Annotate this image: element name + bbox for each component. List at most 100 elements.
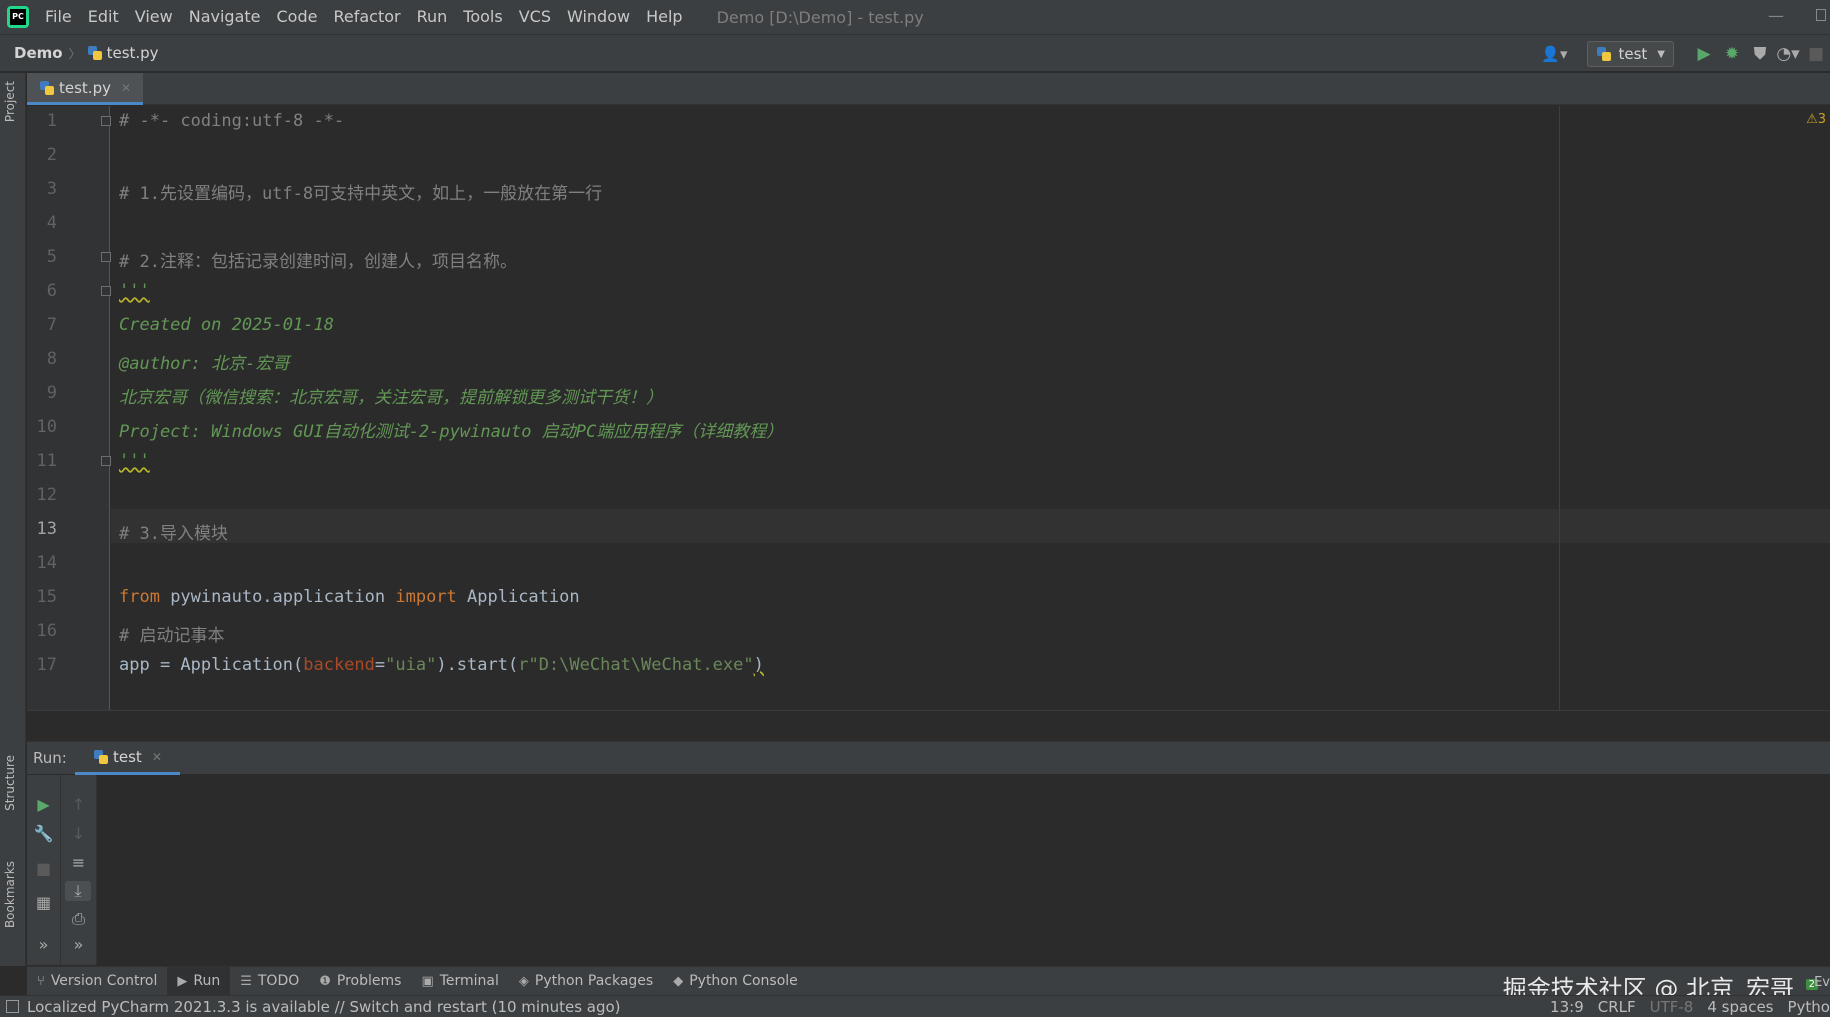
close-icon[interactable]: ✕	[121, 81, 131, 95]
line-number: 5	[46, 247, 57, 267]
menu-help[interactable]: Help	[638, 0, 690, 34]
python-interpreter[interactable]: Pytho	[1788, 998, 1830, 1016]
tab-version-control[interactable]: ⑂ Version Control	[27, 967, 167, 996]
tab-problems[interactable]: ❶ Problems	[309, 967, 411, 996]
tab-todo[interactable]: ☰ TODO	[230, 967, 309, 996]
keyword-import: import	[395, 587, 457, 607]
warning-count-badge[interactable]: ⚠3	[1806, 112, 1826, 127]
chevron-down-icon: ▼	[1657, 48, 1665, 60]
line-number: 8	[46, 349, 57, 369]
code-line-10: Project: Windows GUI自动化测试-2-pywinauto 启动…	[119, 422, 784, 442]
code-line-8: @author: 北京-宏哥	[119, 354, 290, 374]
tab-run[interactable]: ▶ Run	[167, 966, 231, 996]
run-panel-header: Run: test ✕	[27, 741, 1830, 775]
tab-terminal[interactable]: ▣ Terminal	[411, 967, 508, 996]
run-console[interactable]: ▶ 🔧 ■ ▦ » ↑ ↓ ≡ ⤓ ⎙ »	[27, 775, 1830, 965]
bookmarks-tool-tab[interactable]: Bookmarks	[3, 861, 17, 928]
editor-tab-test-py[interactable]: test.py ✕	[27, 73, 144, 105]
editor-tab-label: test.py	[59, 78, 111, 97]
maximize-button[interactable]	[1816, 9, 1826, 21]
tab-python-packages[interactable]: ◈ Python Packages	[509, 967, 663, 996]
param-name: backend	[303, 655, 375, 675]
line-number: 2	[46, 145, 57, 165]
scroll-to-end-icon[interactable]: ⤓	[65, 881, 91, 901]
caret-position[interactable]: 13:9	[1550, 998, 1584, 1016]
minimize-button[interactable]: —	[1768, 6, 1784, 25]
menu-tools[interactable]: Tools	[455, 0, 510, 34]
breadcrumb-project[interactable]: Demo	[14, 44, 63, 62]
menu-navigate[interactable]: Navigate	[181, 0, 269, 34]
string-literal: r"D:\WeChat\WeChat.exe"	[518, 655, 754, 675]
fold-marker-icon[interactable]	[101, 286, 111, 296]
keyword-from: from	[119, 587, 160, 607]
editor-scroll-area[interactable]	[27, 710, 1830, 740]
stop-icon[interactable]: ■	[27, 859, 60, 878]
status-message[interactable]: Localized PyCharm 2021.3.3 is available …	[27, 998, 621, 1016]
stop-icon[interactable]: ■	[1802, 44, 1830, 64]
fold-marker-icon[interactable]	[101, 252, 111, 262]
pycharm-logo-icon	[7, 6, 29, 28]
code-line-16: # 启动记事本	[119, 626, 225, 646]
tab-python-console[interactable]: ◆ Python Console	[663, 967, 808, 996]
status-bar: Localized PyCharm 2021.3.3 is available …	[0, 995, 1830, 1017]
line-number: 3	[46, 179, 57, 199]
indent-setting[interactable]: 4 spaces	[1707, 998, 1773, 1016]
code-line-11: '''	[119, 451, 150, 471]
menu-bar: File Edit View Navigate Code Refactor Ru…	[0, 0, 1830, 34]
menu-code[interactable]: Code	[269, 0, 326, 34]
line-number: 9	[46, 383, 57, 403]
layout-icon[interactable]: ▦	[27, 893, 60, 912]
user-account-icon[interactable]: 👤▾	[1541, 45, 1567, 63]
structure-tool-tab[interactable]: Structure	[3, 755, 17, 811]
python-file-icon	[1596, 46, 1612, 62]
line-number: 15	[36, 587, 57, 607]
menu-window[interactable]: Window	[559, 0, 638, 34]
more-icon[interactable]: »	[61, 935, 96, 954]
arrow-up-icon[interactable]: ↑	[61, 795, 96, 814]
tab-label: Problems	[336, 973, 402, 989]
print-icon[interactable]: ⎙	[61, 909, 96, 929]
code-line-15: from pywinauto.application import Applic…	[119, 587, 580, 607]
close-icon[interactable]: ✕	[152, 750, 162, 764]
code-segment: ).start(	[436, 655, 519, 675]
menu-run[interactable]: Run	[409, 0, 456, 34]
event-log-tab[interactable]: Ev	[1814, 975, 1830, 990]
problems-icon: ❶	[319, 973, 331, 989]
run-play-icon[interactable]: ▶	[1690, 44, 1718, 64]
run-toolbar-primary: ▶ 🔧 ■ ▦ »	[27, 775, 61, 965]
code-line-3: # 1.先设置编码，utf-8可支持中英文，如上，一般放在第一行	[119, 184, 603, 204]
line-number: 1	[46, 111, 57, 131]
menu-file[interactable]: File	[37, 0, 80, 34]
navigation-bar: Demo 〉 test.py 👤▾ test ▼ ▶ ✹ ⛊ ◔▾ ■	[0, 34, 1830, 72]
tab-label: Run	[193, 973, 221, 989]
editor-tab-bar: test.py ✕	[27, 73, 1830, 105]
file-encoding[interactable]: UTF-8	[1650, 998, 1694, 1016]
soft-wrap-icon[interactable]: ≡	[61, 853, 96, 872]
right-margin-guide	[1559, 106, 1560, 710]
wrench-icon[interactable]: 🔧	[27, 824, 60, 843]
arrow-down-icon[interactable]: ↓	[61, 824, 96, 843]
debug-bug-icon[interactable]: ✹	[1718, 44, 1746, 64]
code-editor[interactable]: ⚠3 # -*- coding:utf-8 -*- # 1.先设置编码，utf-…	[111, 106, 1830, 710]
terminal-icon: ▣	[421, 973, 434, 989]
fold-marker-icon[interactable]	[101, 456, 111, 466]
more-icon[interactable]: »	[27, 935, 60, 954]
run-tab-test[interactable]: test ✕	[75, 742, 180, 775]
line-separator[interactable]: CRLF	[1598, 998, 1636, 1016]
rerun-icon[interactable]: ▶	[27, 795, 60, 814]
menu-vcs[interactable]: VCS	[511, 0, 559, 34]
tab-label: Version Control	[50, 973, 158, 989]
fold-marker-icon[interactable]	[101, 116, 111, 126]
run-configuration-selector[interactable]: test ▼	[1587, 41, 1674, 67]
menu-refactor[interactable]: Refactor	[325, 0, 408, 34]
profile-icon[interactable]: ◔▾	[1774, 44, 1802, 64]
code-line-1: # -*- coding:utf-8 -*-	[119, 111, 345, 131]
coverage-icon[interactable]: ⛊	[1746, 44, 1774, 64]
menu-edit[interactable]: Edit	[80, 0, 127, 34]
menu-view[interactable]: View	[127, 0, 181, 34]
breadcrumb-file[interactable]: test.py	[107, 44, 159, 62]
project-tool-tab[interactable]: Project	[3, 81, 17, 122]
tab-label: TODO	[257, 973, 300, 989]
tool-windows-icon[interactable]	[6, 1000, 19, 1013]
python-file-icon	[93, 749, 109, 765]
